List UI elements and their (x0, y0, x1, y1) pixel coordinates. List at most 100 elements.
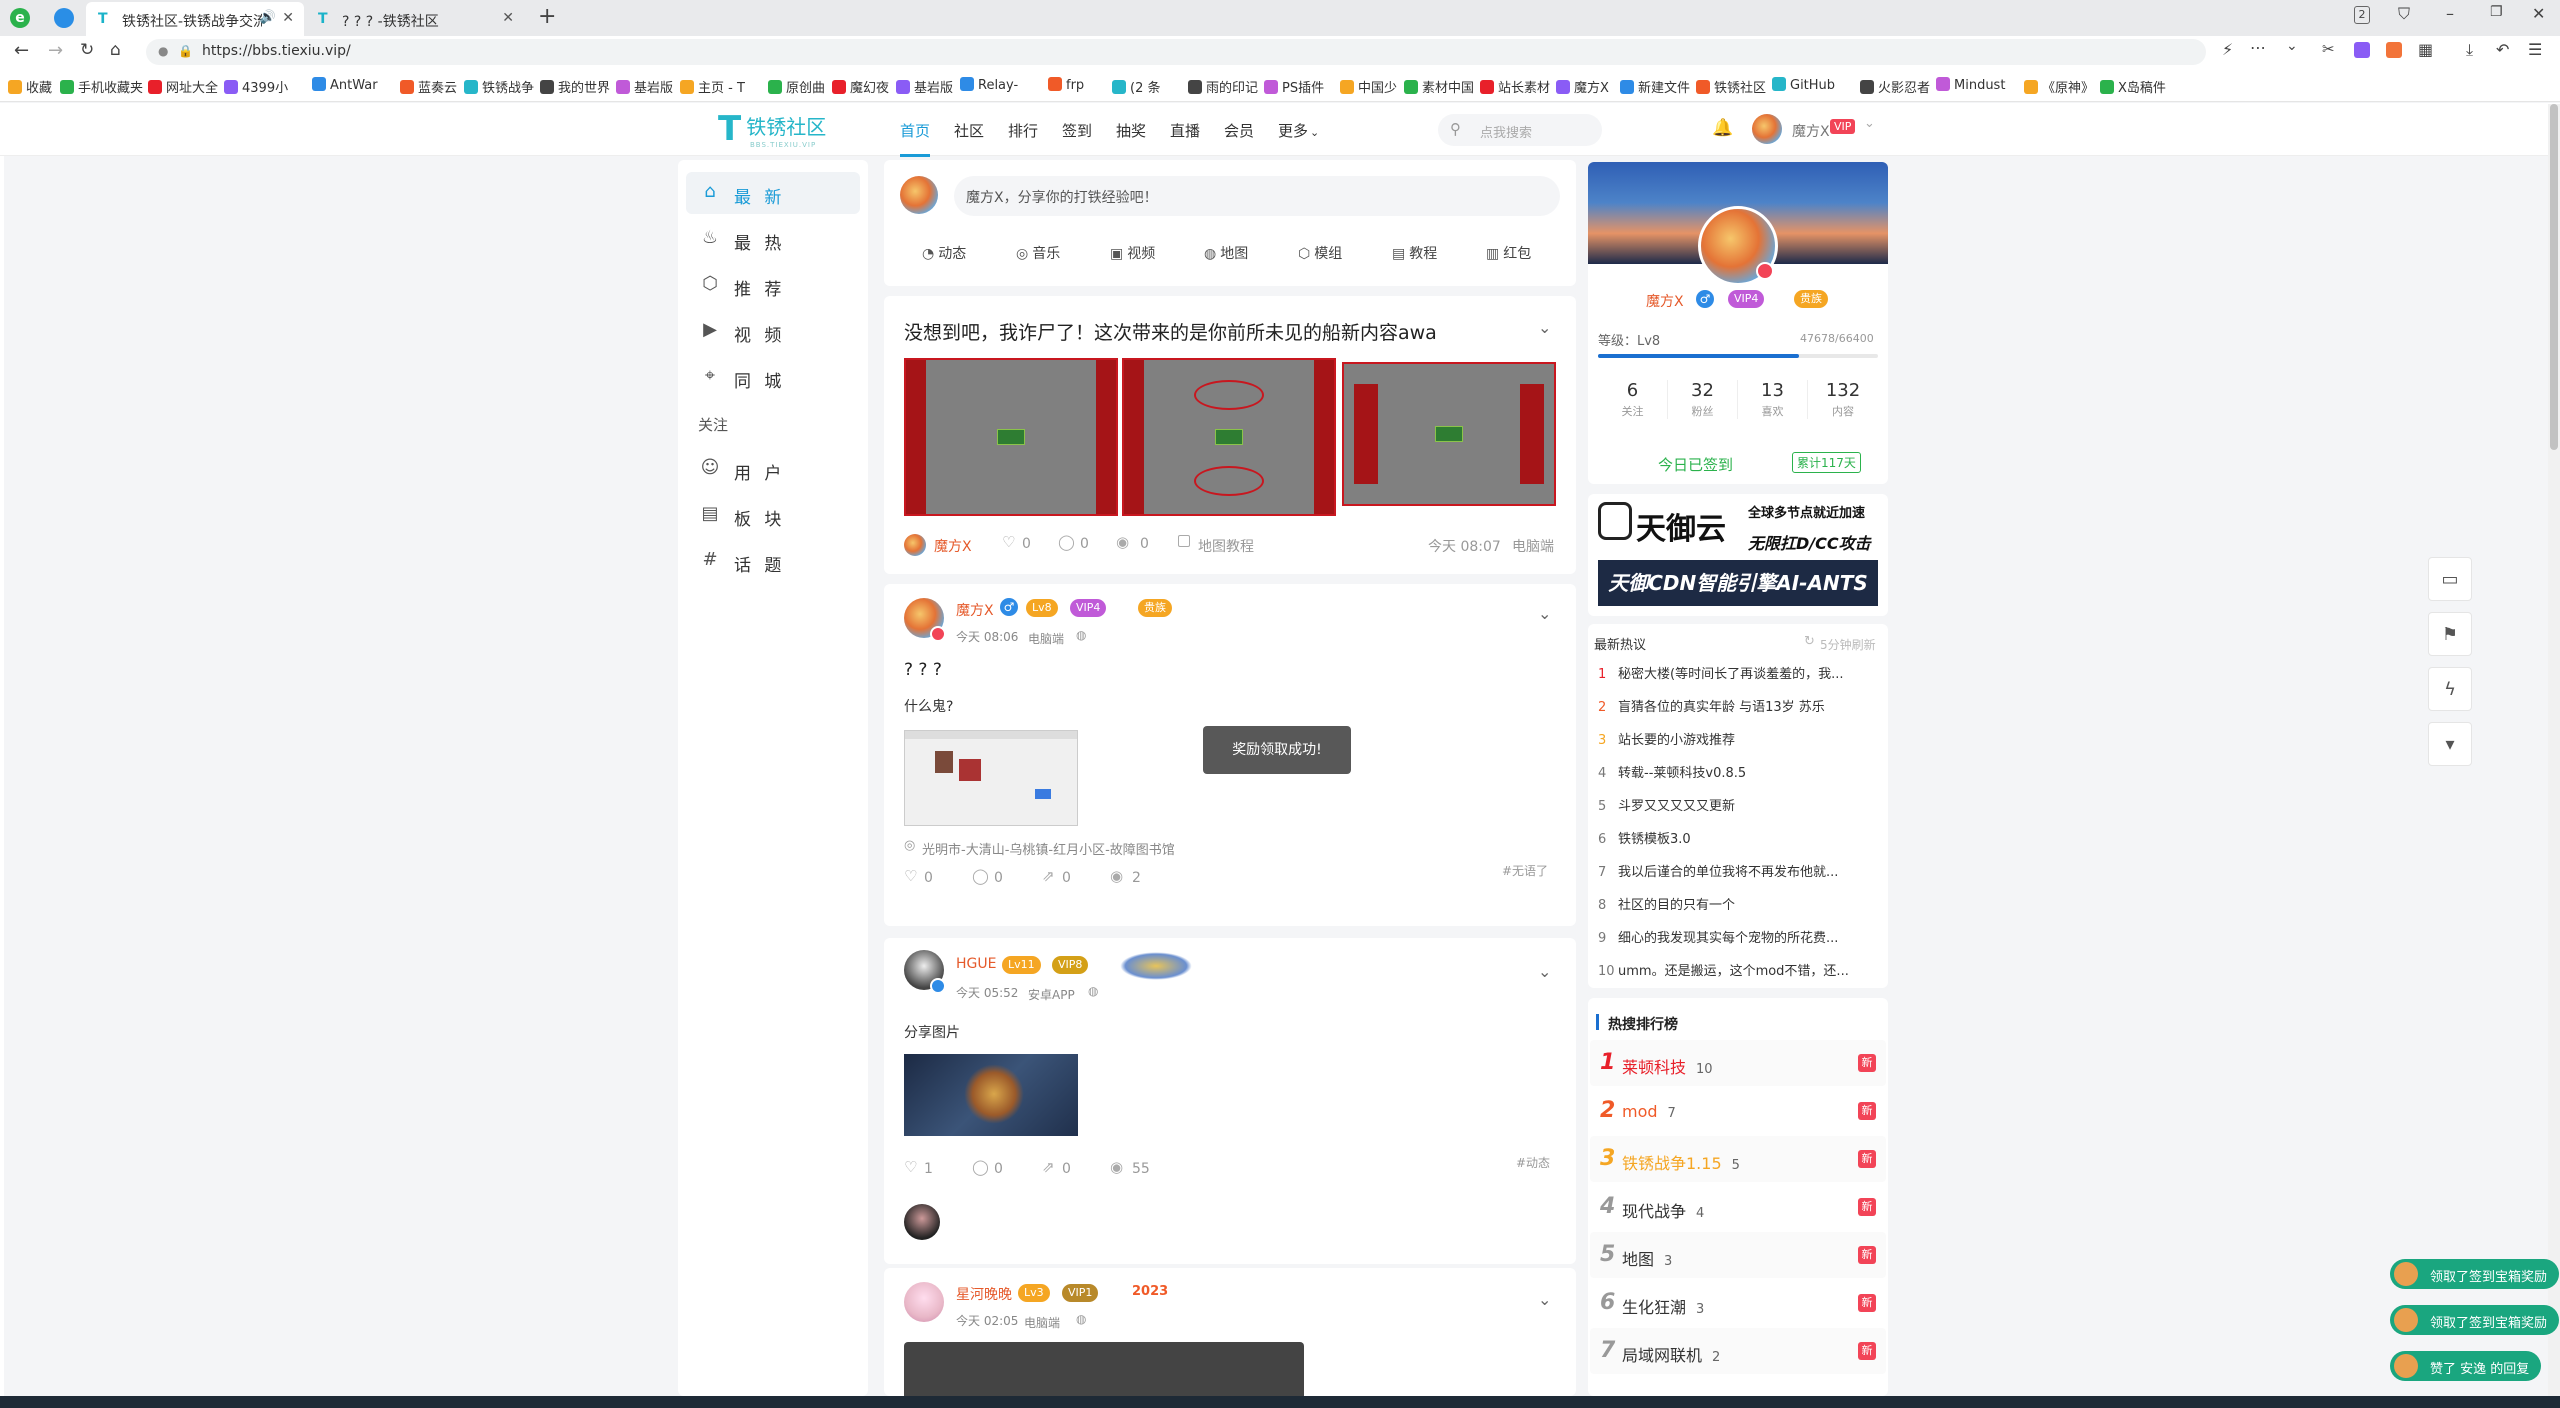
header-username[interactable]: 魔方X (1792, 121, 1830, 141)
scrollbar-thumb[interactable] (2550, 104, 2558, 450)
bookmark-item[interactable]: 手机收藏夹 (60, 77, 143, 96)
hot-topic-item[interactable]: 8 社区的目的只有一个 (1598, 894, 1735, 913)
nav-signin[interactable]: 签到 (1062, 120, 1092, 141)
flash-icon[interactable]: ϟ (2428, 667, 2472, 711)
post-game-image[interactable] (904, 1054, 1078, 1136)
bookmark-item[interactable]: frp (1048, 77, 1084, 93)
post-screenshot-image[interactable] (904, 730, 1078, 826)
hot-rank-item[interactable]: 1 莱顿科技 10 新 (1590, 1040, 1886, 1086)
composer-activity-button[interactable]: ◔ 动态 (922, 243, 966, 263)
header-avatar[interactable] (1752, 114, 1782, 144)
nav-ranking[interactable]: 排行 (1008, 120, 1038, 141)
composer-mod-button[interactable]: ⬡ 模组 (1298, 243, 1342, 263)
activity-notification[interactable]: 赞了 安逸 的回复 (2390, 1351, 2542, 1381)
heart-icon[interactable]: ♡ (904, 1158, 917, 1176)
hot-topic-item[interactable]: 9 细心的我发现其实每个宠物的所花费... (1598, 927, 1838, 946)
bookmark-item[interactable]: 基岩版 (616, 77, 673, 96)
bookmark-item[interactable]: 铁锈社区 (1696, 77, 1766, 96)
bookmark-item[interactable]: 蓝奏云 (400, 77, 457, 96)
heart-icon[interactable]: ♡ (904, 867, 917, 885)
bookmark-item[interactable]: 4399小 (224, 77, 288, 96)
comment-icon[interactable]: ◯ (972, 1158, 989, 1176)
hot-rank-item[interactable]: 2 mod 7 新 (1590, 1088, 1886, 1134)
bookmark-item[interactable]: 站长素材 (1480, 77, 1550, 96)
activity-notification[interactable]: 领取了签到宝箱奖励 (2390, 1305, 2560, 1335)
left-nav-item[interactable]: ♨ 最 热 (686, 218, 860, 260)
extension2-icon[interactable] (2386, 42, 2402, 58)
post-author-avatar[interactable] (904, 1282, 944, 1322)
commenter-avatar[interactable] (904, 1204, 940, 1240)
page-scrollbar[interactable] (2548, 104, 2560, 1396)
left-nav-follow-item[interactable]: ▤ 板 块 (686, 494, 860, 536)
chevron-down-icon[interactable]: ⌄ (1538, 318, 1551, 337)
chevron-down-icon[interactable]: ⌄ (1538, 1290, 1551, 1309)
nav-live[interactable]: 直播 (1170, 120, 1200, 141)
post-author-avatar[interactable] (904, 534, 926, 556)
bookmark-item[interactable]: Relay- (960, 77, 1018, 93)
bookmark-item[interactable]: 原创曲 (768, 77, 825, 96)
bookmark-item[interactable]: AntWar (312, 77, 378, 93)
chevron-down-icon[interactable]: ⌄ (1864, 116, 1875, 131)
reload-icon[interactable]: ↻ (80, 40, 94, 60)
message-icon[interactable]: ▭ (2428, 557, 2472, 601)
refresh-icon[interactable]: ↻ (1804, 634, 1815, 649)
hot-topic-item[interactable]: 5 斗罗又又又又又更新 (1598, 795, 1735, 814)
hot-topic-item[interactable]: 6 铁锈模板3.0 (1598, 828, 1691, 847)
search-input[interactable]: ⚲ 点我搜索 (1438, 114, 1602, 146)
chevron-down-icon[interactable]: ⌄ (1538, 962, 1551, 981)
bookmark-item[interactable]: PS插件 (1264, 77, 1324, 96)
shirt-icon[interactable]: ⛉ (2398, 4, 2410, 24)
composer-input[interactable]: 魔方X，分享你的打铁经验吧！ (954, 176, 1560, 216)
post-image-1[interactable] (904, 358, 1118, 516)
bookmark-item[interactable]: 铁锈战争 (464, 77, 534, 96)
new-tab-button[interactable]: + (538, 4, 556, 29)
bookmark-item[interactable]: 新建文件 (1620, 77, 1690, 96)
bookmark-item[interactable]: 魔幻夜 (832, 77, 889, 96)
comment-icon[interactable]: ◯ (972, 867, 989, 885)
hot-rank-item[interactable]: 7 局域网联机 2 新 (1590, 1328, 1886, 1374)
post-tag[interactable]: 地图教程 (1198, 536, 1254, 556)
profile-stat[interactable]: 13 喜欢 (1738, 380, 1808, 419)
tab-tiexiu-home[interactable]: T 铁锈社区-铁锈战争交流社区 🔊 ✕ (86, 2, 304, 36)
hot-topic-item[interactable]: 2 盲猜各位的真实年龄 与语13岁 苏乐 (1598, 696, 1825, 715)
bookmark-item[interactable]: 魔方X (1556, 77, 1609, 96)
nav-member[interactable]: 会员 (1224, 120, 1254, 141)
bookmark-item[interactable]: 素材中国 (1404, 77, 1474, 96)
more-dots-icon[interactable]: ⋯ (2250, 38, 2266, 57)
activity-notification[interactable]: 领取了签到宝箱奖励 (2390, 1259, 2560, 1289)
nav-more[interactable]: 更多 ⌄ (1278, 120, 1319, 141)
post-title[interactable]: 没想到吧，我诈尸了！这次带来的是你前所未见的船新内容awa (904, 318, 1437, 345)
flag-icon[interactable]: ⚑ (2428, 612, 2472, 656)
forward-icon[interactable]: → (48, 40, 63, 61)
profile-name[interactable]: 魔方X (1646, 291, 1684, 311)
close-tab-icon[interactable]: ✕ (502, 10, 514, 26)
profile-stat[interactable]: 132 内容 (1808, 380, 1878, 419)
bookmark-item[interactable]: 网址大全 (148, 77, 218, 96)
comment-icon[interactable]: ◯ (1058, 533, 1075, 551)
heart-icon[interactable]: ♡ (1002, 533, 1015, 551)
hot-rank-item[interactable]: 4 现代战争 4 新 (1590, 1184, 1886, 1230)
tab-post[interactable]: T ? ? ? -铁锈社区 ✕ (306, 2, 524, 36)
tab-count-icon[interactable]: 2 (2354, 6, 2370, 24)
post-author-name[interactable]: 魔方X (934, 536, 972, 556)
bell-icon[interactable]: 🔔 (1712, 118, 1733, 138)
left-nav-follow-item[interactable]: # 话 题 (686, 540, 860, 582)
hot-rank-item[interactable]: 5 地图 3 新 (1590, 1232, 1886, 1278)
hot-topic-item[interactable]: 1 秘密大楼(等时间长了再谈羞羞的，我... (1598, 663, 1843, 682)
bookmark-item[interactable]: 《原神》 (2024, 77, 2094, 96)
left-nav-item[interactable]: ⬡ 推 荐 (686, 264, 860, 306)
hot-topic-item[interactable]: 3 站长要的小游戏推荐 (1598, 729, 1735, 748)
scroll-down-icon[interactable]: ▾ (2428, 722, 2472, 766)
post-video-thumb[interactable] (904, 1342, 1304, 1396)
chevron-down-icon[interactable]: ⌄ (1538, 604, 1551, 623)
url-field[interactable]: ● 🔒 https://bbs.tiexiu.vip/ (146, 39, 2206, 65)
bookmark-item[interactable]: 基岩版 (896, 77, 953, 96)
left-nav-item[interactable]: ⌖ 同 城 (686, 356, 860, 398)
bookmark-item[interactable]: 收藏 (8, 77, 52, 96)
post-hashtag[interactable]: #动态 (1516, 1154, 1550, 1171)
home-icon[interactable]: ⌂ (110, 40, 121, 60)
bookmark-item[interactable]: 主页 - T (680, 77, 745, 96)
close-window-icon[interactable]: ✕ (2532, 4, 2545, 23)
composer-video-button[interactable]: ▣ 视频 (1110, 243, 1155, 263)
apps-grid-icon[interactable]: ▦ (2418, 40, 2433, 59)
